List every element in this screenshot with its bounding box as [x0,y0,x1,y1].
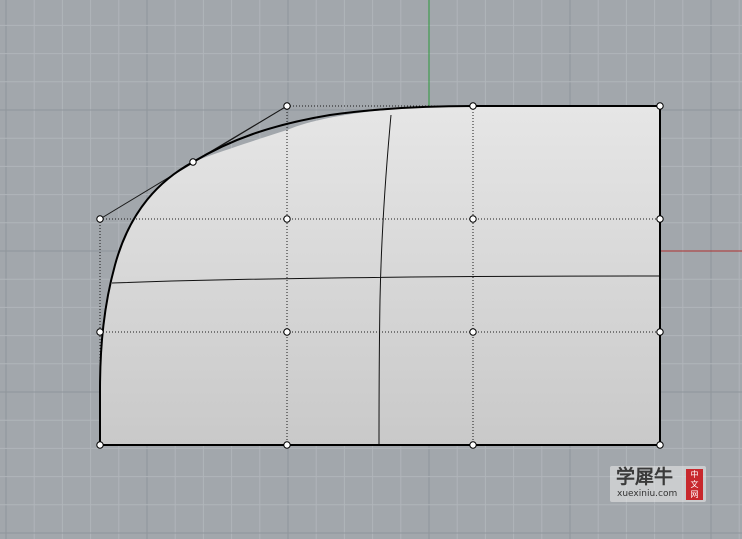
control-point[interactable] [469,441,477,449]
control-point[interactable] [656,328,664,336]
watermark-title: 学犀牛 [616,466,674,488]
watermark-logo: 学犀牛 xuexiniu.com 中 文 网 [610,466,706,502]
control-point[interactable] [283,215,291,223]
control-point[interactable] [656,441,664,449]
rhino-viewport[interactable]: 学犀牛 xuexiniu.com 中 文 网 [0,0,742,539]
nurbs-surface[interactable] [100,106,660,445]
viewport-canvas[interactable] [0,0,742,539]
control-point[interactable] [283,441,291,449]
control-point[interactable] [283,102,291,110]
control-point[interactable] [96,328,104,336]
control-point[interactable] [656,215,664,223]
badge-char: 文 [690,479,699,489]
control-point[interactable] [656,102,664,110]
control-point[interactable] [469,102,477,110]
control-point[interactable] [283,328,291,336]
control-point[interactable] [469,328,477,336]
control-point[interactable] [469,215,477,223]
badge-char: 网 [690,489,699,499]
watermark-badge: 中 文 网 [686,469,703,500]
control-point[interactable] [96,215,104,223]
control-point[interactable] [189,158,197,166]
watermark-subtitle: xuexiniu.com [617,489,678,499]
badge-char: 中 [690,469,699,479]
control-point[interactable] [96,441,104,449]
